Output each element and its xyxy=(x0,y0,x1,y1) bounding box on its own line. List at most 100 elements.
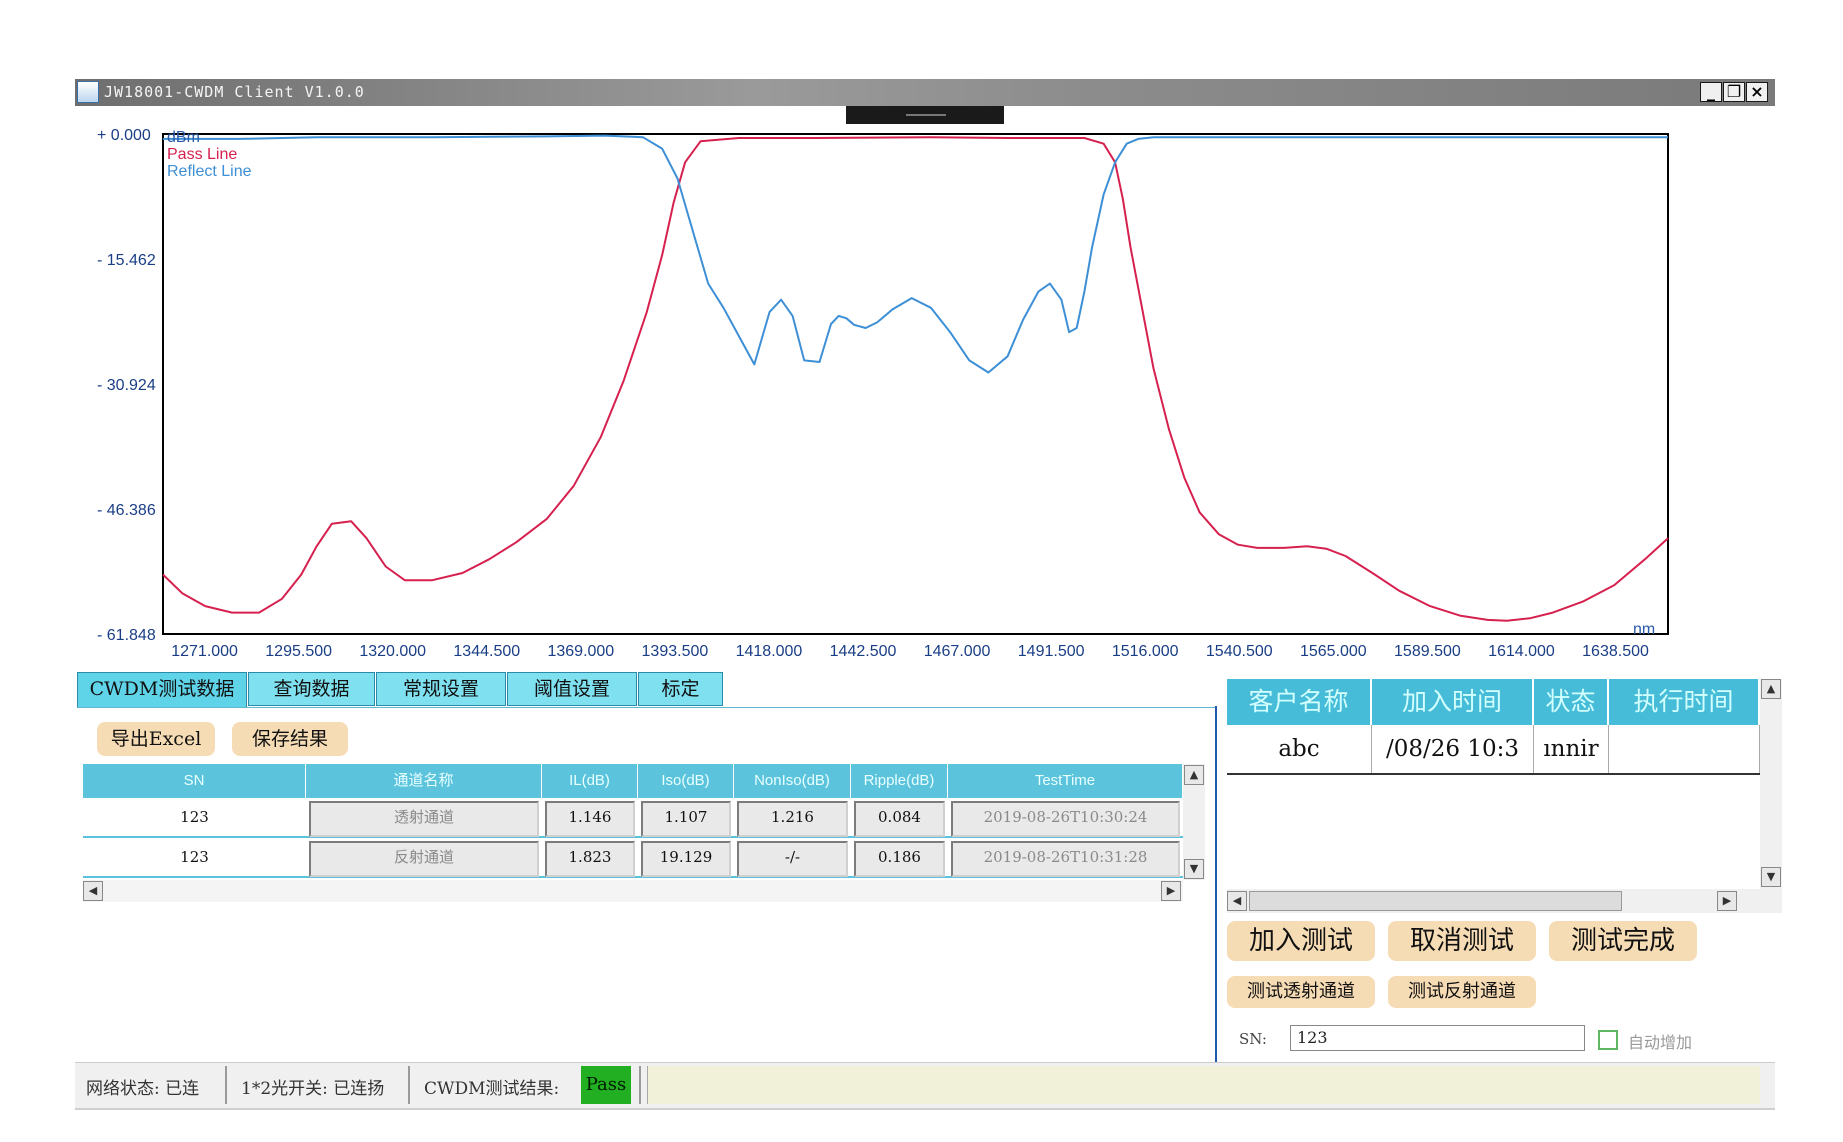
x-tick-label: 1491.500 xyxy=(1018,643,1085,660)
cell-sn: 123 xyxy=(180,848,209,866)
y-tick-label: - 61.848 xyxy=(97,627,156,644)
save-result-button[interactable]: 保存结果 xyxy=(232,722,348,756)
progress-area xyxy=(647,1066,1760,1104)
tab-calibration[interactable]: 标定 xyxy=(638,672,723,706)
queue-header-join-time[interactable]: 加入时间 xyxy=(1372,679,1534,725)
minimize-button[interactable]: _ xyxy=(1700,82,1722,102)
scroll-up-arrow[interactable]: ▲ xyxy=(1184,765,1204,785)
scroll-right-arrow[interactable]: ▶ xyxy=(1717,891,1737,911)
x-tick-label: 1320.000 xyxy=(359,643,426,660)
scroll-down-arrow[interactable]: ▼ xyxy=(1184,859,1204,879)
list-item[interactable]: abc /08/26 10:3 ınnir xyxy=(1227,725,1760,775)
queue-cell-customer: abc xyxy=(1227,725,1372,773)
scroll-down-arrow[interactable]: ▼ xyxy=(1761,867,1781,887)
cell-channel: 反射通道 xyxy=(309,841,539,877)
app-icon xyxy=(77,81,99,103)
scroll-left-arrow[interactable]: ◀ xyxy=(83,881,103,901)
legend-reflect-line: Reflect Line xyxy=(167,163,252,180)
table-row[interactable]: 123 透射通道 1.146 1.107 1.216 0.084 2019-08… xyxy=(83,798,1183,838)
queue-header-row: 客户名称 加入时间 状态 执行时间 xyxy=(1227,679,1760,725)
cell-noniso: 1.216 xyxy=(737,801,848,837)
queue-cell-exec-time xyxy=(1609,725,1760,773)
auto-increment-checkbox[interactable] xyxy=(1598,1030,1618,1050)
cell-iso: 1.107 xyxy=(641,801,731,837)
grid-header-sn[interactable]: SN xyxy=(83,764,306,798)
queue-header-customer[interactable]: 客户名称 xyxy=(1227,679,1372,725)
cwdm-result-badge: Pass xyxy=(581,1066,631,1104)
tab-threshold-settings[interactable]: 阈值设置 xyxy=(507,672,637,706)
x-tick-label: 1614.000 xyxy=(1488,643,1555,660)
legend-pass-line: Pass Line xyxy=(167,146,237,163)
cell-testtime: 2019-08-26T10:30:24 xyxy=(951,801,1180,837)
cwdm-result-label: CWDM测试结果: xyxy=(424,1079,560,1099)
grid-header-iso[interactable]: Iso(dB) xyxy=(638,764,734,798)
x-tick-label: 1589.500 xyxy=(1394,643,1461,660)
add-test-button[interactable]: 加入测试 xyxy=(1227,921,1375,961)
queue-vertical-scrollbar[interactable]: ▲ ▼ xyxy=(1760,679,1782,889)
x-tick-label: 1467.000 xyxy=(924,643,991,660)
x-tick-label: 1369.000 xyxy=(547,643,614,660)
scroll-right-arrow[interactable]: ▶ xyxy=(1161,881,1181,901)
grid-header-testtime[interactable]: TestTime xyxy=(948,764,1183,798)
tab-cwdm-test-data[interactable]: CWDM测试数据 xyxy=(77,672,247,708)
cell-noniso: -/- xyxy=(737,841,848,877)
grid-header-il[interactable]: IL(dB) xyxy=(542,764,638,798)
x-unit-label: nm xyxy=(1633,621,1655,638)
cell-iso: 19.129 xyxy=(641,841,731,877)
y-tick-label: + 0.000 xyxy=(97,127,151,144)
tab-general-settings[interactable]: 常规设置 xyxy=(376,672,506,706)
export-excel-button[interactable]: 导出Excel xyxy=(97,722,215,756)
x-tick-label: 1442.500 xyxy=(830,643,897,660)
cell-sn: 123 xyxy=(180,808,209,826)
cancel-test-button[interactable]: 取消测试 xyxy=(1388,921,1536,961)
window-bottom-edge xyxy=(75,1108,1775,1110)
grid-horizontal-scrollbar[interactable]: ◀ ▶ xyxy=(83,880,1183,902)
x-tick-label: 1344.500 xyxy=(453,643,520,660)
splitter-grip xyxy=(906,114,946,116)
x-tick-label: 1393.500 xyxy=(642,643,709,660)
test-pass-channel-button[interactable]: 测试透射通道 xyxy=(1227,976,1375,1008)
scroll-thumb[interactable] xyxy=(1249,891,1622,911)
sn-input[interactable]: 123 xyxy=(1290,1025,1585,1051)
queue-cell-join-time: /08/26 10:3 xyxy=(1372,725,1534,773)
results-grid: SN 通道名称 IL(dB) Iso(dB) NonIso(dB) Ripple… xyxy=(83,764,1183,878)
status-separator xyxy=(225,1066,227,1104)
x-tick-label: 1516.000 xyxy=(1112,643,1179,660)
queue-header-exec-time[interactable]: 执行时间 xyxy=(1609,679,1760,725)
window-title: JW18001-CWDM Client V1.0.0 xyxy=(104,83,365,101)
grid-header-noniso[interactable]: NonIso(dB) xyxy=(734,764,851,798)
y-tick-label: - 30.924 xyxy=(97,377,156,394)
tab-query-data[interactable]: 查询数据 xyxy=(248,672,375,706)
x-tick-label: 1271.000 xyxy=(171,643,238,660)
test-reflect-channel-button[interactable]: 测试反射通道 xyxy=(1388,976,1536,1008)
grid-header-ripple[interactable]: Ripple(dB) xyxy=(851,764,948,798)
cell-channel: 透射通道 xyxy=(309,801,539,837)
switch-status: 1*2光开关: 已连扬 xyxy=(241,1079,385,1099)
cell-testtime: 2019-08-26T10:31:28 xyxy=(951,841,1180,877)
cell-ripple: 0.084 xyxy=(854,801,945,837)
status-separator xyxy=(408,1066,410,1104)
grid-vertical-scrollbar[interactable]: ▲ ▼ xyxy=(1183,764,1205,880)
panel-divider[interactable] xyxy=(1215,706,1217,1064)
spectrum-chart: 1271.000 1295.500 1320.000 1344.500 1369.000… xyxy=(97,127,1669,660)
scroll-up-arrow[interactable]: ▲ xyxy=(1761,679,1781,699)
y-tick-label: - 46.386 xyxy=(97,502,156,519)
restore-button[interactable]: ❐ xyxy=(1723,82,1745,102)
queue-header-status[interactable]: 状态 xyxy=(1534,679,1609,725)
close-button[interactable]: × xyxy=(1746,82,1768,102)
chart-axes xyxy=(162,133,1669,635)
table-row[interactable]: 123 反射通道 1.823 19.129 -/- 0.186 2019-08-… xyxy=(83,838,1183,878)
grid-header-channel[interactable]: 通道名称 xyxy=(306,764,542,798)
cell-il: 1.823 xyxy=(545,841,635,877)
y-unit-label: dBm xyxy=(167,129,200,146)
tab-underline xyxy=(77,707,1217,708)
sn-label: SN: xyxy=(1239,1030,1267,1048)
x-tick-label: 1540.500 xyxy=(1206,643,1273,660)
grid-header-row: SN 通道名称 IL(dB) Iso(dB) NonIso(dB) Ripple… xyxy=(83,764,1183,798)
scroll-left-arrow[interactable]: ◀ xyxy=(1227,891,1247,911)
status-separator xyxy=(639,1066,641,1104)
y-tick-label: - 15.462 xyxy=(97,252,156,269)
test-done-button[interactable]: 测试完成 xyxy=(1549,921,1697,961)
cell-ripple: 0.186 xyxy=(854,841,945,877)
x-tick-label: 1638.500 xyxy=(1582,643,1649,660)
